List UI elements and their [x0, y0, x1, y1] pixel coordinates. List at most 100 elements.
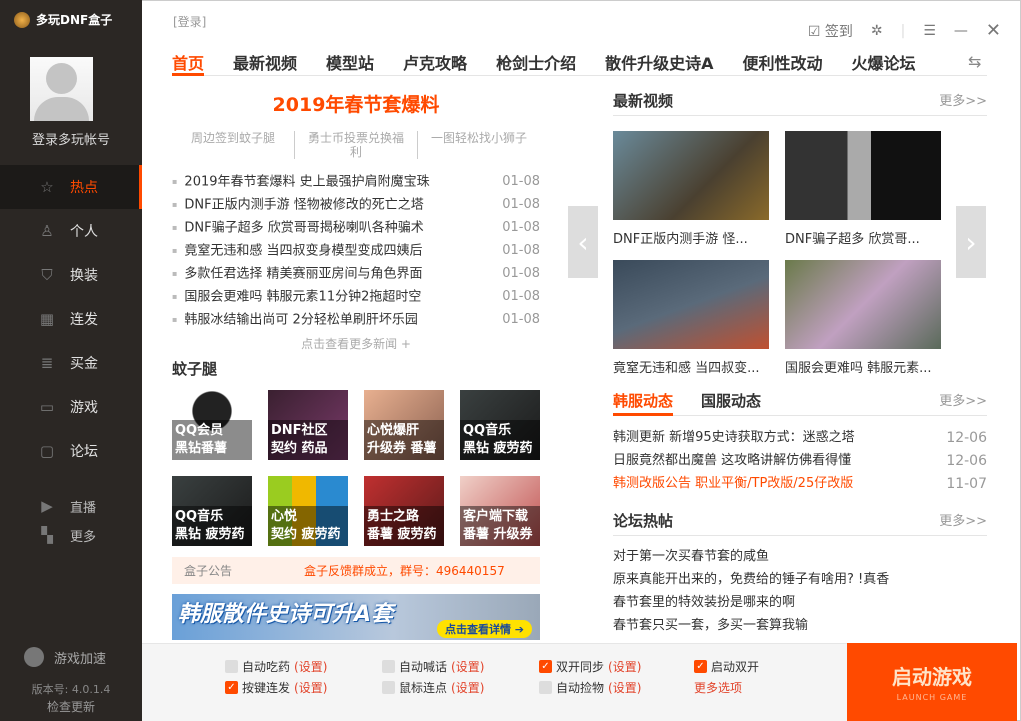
sub-link[interactable]: 周边签到蚊子腿 — [172, 131, 294, 159]
option-label: 双开同步 — [556, 658, 604, 675]
tab-latest-videos[interactable]: 最新视频 — [233, 50, 297, 76]
headline[interactable]: 2019年春节套爆料 — [172, 90, 540, 117]
option-auto-pickup[interactable]: 自动捡物(设置) — [539, 679, 641, 696]
promo-tile[interactable]: 勇士之路番薯 疲劳药 — [364, 476, 444, 546]
signin-button[interactable]: ☑ 签到 — [808, 21, 853, 41]
checkbox-checked[interactable]: ✓ — [694, 660, 707, 673]
tab-gunblader[interactable]: 枪剑士介绍 — [496, 50, 576, 76]
forum-item[interactable]: 春节套只买一套，多买一套算我输 — [613, 616, 987, 639]
checkbox[interactable] — [225, 660, 238, 673]
checkbox[interactable] — [382, 660, 395, 673]
tab-hot-forum[interactable]: 火爆论坛 — [851, 50, 915, 76]
checkbox-checked[interactable]: ✓ — [539, 660, 552, 673]
settings-gear-icon[interactable]: ✲ — [871, 23, 883, 39]
sidebar-item-buygold[interactable]: ≣买金 — [0, 341, 142, 385]
banner-details-button[interactable]: 点击查看详情 ➔ — [437, 620, 532, 638]
option-key-repeat[interactable]: ✓按键连发(设置) — [225, 679, 327, 696]
tab-epic-upgrade[interactable]: 散件升级史诗A — [605, 50, 713, 76]
news-item[interactable]: DNF骗子超多 欣赏哥哥揭秘喇叭各种骗术01-08 — [172, 218, 540, 241]
option-settings-link[interactable]: (设置) — [294, 658, 327, 675]
option-auto-potion[interactable]: 自动吃药(设置) — [225, 658, 327, 675]
videos-more-link[interactable]: 更多>> — [939, 90, 987, 109]
sidebar-item-more[interactable]: ▚更多 — [0, 521, 142, 549]
promo-tile[interactable]: DNF社区契约 药品 — [268, 390, 348, 460]
game-accelerate-button[interactable]: 游戏加速 — [24, 647, 106, 667]
video-item[interactable]: 竟窒无违和感 当四叔变... — [613, 260, 769, 376]
tab-korea-news[interactable]: 韩服动态 — [613, 390, 673, 416]
notice-text[interactable]: 盒子反馈群成立，群号：496440157 — [304, 562, 505, 579]
promo-tile[interactable]: 心悦契约 疲劳药 — [268, 476, 348, 546]
news-title: 2019年春节套爆料 史上最强护肩附魔宝珠 — [172, 172, 430, 195]
tab-luke-guide[interactable]: 卢克攻略 — [403, 50, 467, 76]
sidebar-item-personal[interactable]: ♙个人 — [0, 209, 142, 253]
dynamics-date: 12-06 — [946, 451, 987, 474]
dynamics-item[interactable]: 日服竟然都出魔兽 这攻略讲解仿佛看得懂12-06 — [613, 451, 987, 474]
carousel-prev-button[interactable]: ‹ — [568, 206, 598, 278]
news-title: DNF正版内测手游 怪物被修改的死亡之塔 — [172, 195, 424, 218]
option-settings-link[interactable]: (设置) — [294, 679, 327, 696]
sidebar-item-hot[interactable]: ☆热点 — [0, 165, 142, 209]
dynamics-more-link[interactable]: 更多>> — [939, 390, 987, 409]
menu-icon[interactable]: ☰ — [923, 23, 936, 39]
close-icon[interactable]: ✕ — [986, 20, 1001, 41]
option-settings-link[interactable]: (设置) — [608, 658, 641, 675]
videos-header: 最新视频更多>> — [613, 90, 987, 116]
dynamics-item[interactable]: 韩测更新 新增95史诗获取方式：迷惑之塔12-06 — [613, 428, 987, 451]
tab-model-station[interactable]: 模型站 — [326, 50, 374, 76]
forum-item[interactable]: 原来真能开出来的，免费给的锤子有啥用? !真香 — [613, 570, 987, 593]
forum-item[interactable]: 对于第一次买春节套的咸鱼 — [613, 547, 987, 570]
option-settings-link[interactable]: (设置) — [608, 679, 641, 696]
more-options-link[interactable]: 更多选项 — [694, 679, 742, 696]
tile-line2: 契约 药品 — [271, 440, 345, 458]
sidebar-item-games[interactable]: ▭游戏 — [0, 385, 142, 429]
divider: | — [901, 23, 906, 39]
promo-tile[interactable]: QQ会员黑钻番薯 — [172, 390, 252, 460]
option-mouse-click[interactable]: 鼠标连点(设置) — [382, 679, 484, 696]
avatar[interactable] — [30, 57, 93, 121]
checkbox[interactable] — [382, 681, 395, 694]
news-item[interactable]: 2019年春节套爆料 史上最强护肩附魔宝珠01-08 — [172, 172, 540, 195]
promo-tile[interactable]: 客户端下载番薯 升级券 — [460, 476, 540, 546]
video-item[interactable]: DNF骗子超多 欣赏哥... — [785, 131, 941, 247]
carousel-next-button[interactable]: › — [956, 206, 986, 278]
tab-home[interactable]: 首页 — [172, 50, 204, 76]
video-item[interactable]: DNF正版内测手游 怪... — [613, 131, 769, 247]
news-item[interactable]: 多款任君选择 精美赛丽亚房间与角色界面01-08 — [172, 264, 540, 287]
checkbox[interactable] — [539, 681, 552, 694]
forum-post-title: 春节套只买一套，多买一套算我输 — [613, 616, 808, 639]
tab-convenience[interactable]: 便利性改动 — [742, 50, 822, 76]
sub-link[interactable]: 勇士币投票兑换福利 — [294, 131, 417, 159]
forum-item[interactable]: 春节套里的特效装扮是哪来的啊 — [613, 593, 987, 616]
switch-icon[interactable]: ⇆ — [968, 52, 981, 71]
option-launch-dual[interactable]: ✓启动双开 — [694, 658, 759, 675]
dynamics-item[interactable]: 韩测改版公告 职业平衡/TP改版/25仔改版11-07 — [613, 474, 987, 497]
login-account-link[interactable]: 登录多玩帐号 — [0, 129, 142, 148]
forum-more-link[interactable]: 更多>> — [939, 510, 987, 529]
check-update-link[interactable]: 检查更新 — [0, 698, 142, 715]
option-auto-shout[interactable]: 自动喊话(设置) — [382, 658, 484, 675]
launch-game-button[interactable]: 启动游戏LAUNCH GAME — [847, 643, 1017, 721]
promo-tile[interactable]: QQ音乐黑钻 疲劳药 — [172, 476, 252, 546]
checkbox-checked[interactable]: ✓ — [225, 681, 238, 694]
sidebar-item-label: 直播 — [70, 497, 96, 516]
video-item[interactable]: 国服会更难吗 韩服元素... — [785, 260, 941, 376]
promo-tile[interactable]: 心悦爆肝升级券 番薯 — [364, 390, 444, 460]
news-item[interactable]: DNF正版内测手游 怪物被修改的死亡之塔01-08 — [172, 195, 540, 218]
news-item[interactable]: 韩服冰结输出尚可 2分轻松单刷肝坏乐园01-08 — [172, 310, 540, 333]
promo-banner[interactable]: 韩服散件史诗可升A套点击查看详情 ➔ — [172, 594, 540, 640]
login-link[interactable]: [登录] — [173, 13, 206, 30]
option-dual-sync[interactable]: ✓ 双开同步(设置) — [539, 658, 641, 675]
option-settings-link[interactable]: (设置) — [451, 658, 484, 675]
sub-link[interactable]: 一图轻松找小狮子 — [417, 131, 540, 159]
minimize-icon[interactable]: — — [954, 23, 968, 39]
promo-tile[interactable]: QQ音乐黑钻 疲劳药 — [460, 390, 540, 460]
sidebar-item-dressup[interactable]: ⛉换装 — [0, 253, 142, 297]
more-news-link[interactable]: 点击查看更多新闻 + — [172, 335, 540, 352]
tab-china-news[interactable]: 国服动态 — [701, 390, 761, 416]
sidebar-item-forum[interactable]: ▢论坛 — [0, 429, 142, 473]
news-item[interactable]: 国服会更难吗 韩服元素11分钟2拖超时空01-08 — [172, 287, 540, 310]
sidebar-item-live[interactable]: ▶直播 — [0, 492, 142, 520]
sidebar-item-rapidfire[interactable]: ▦连发 — [0, 297, 142, 341]
news-item[interactable]: 竟窒无违和感 当四叔变身模型变成四姨后01-08 — [172, 241, 540, 264]
option-settings-link[interactable]: (设置) — [451, 679, 484, 696]
